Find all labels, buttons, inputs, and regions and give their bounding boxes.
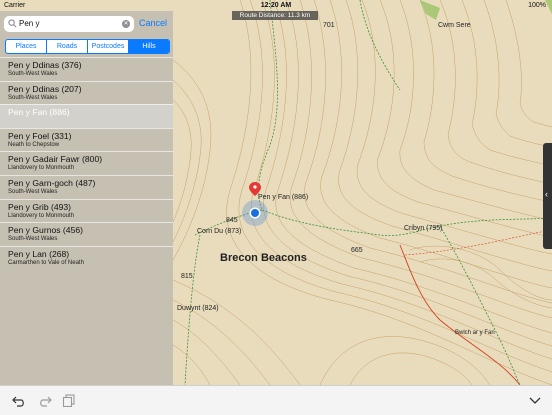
result-title: Pen y Ddinas (207) xyxy=(8,83,82,94)
map-label-cribyn: Cribyn (795) xyxy=(404,225,443,232)
result-title: Pen y Garn-goch (487) xyxy=(8,177,96,188)
clock: 12:20 AM xyxy=(260,2,292,9)
result-subtitle: South-West Wales xyxy=(8,94,58,101)
undo-icon[interactable] xyxy=(12,394,26,407)
chevron-left-icon: ‹ xyxy=(545,189,548,199)
result-subtitle: South-West Wales xyxy=(8,236,58,243)
search-panel: ✕ Cancel Places Roads Postcodes Hills Pe… xyxy=(0,11,173,385)
map-label-duwynt: Duwynt (824) xyxy=(177,305,219,312)
result-title: Pen y Gadair Fawr (800) xyxy=(8,154,103,165)
route-distance: Route Distance: 11.3 km xyxy=(232,11,318,20)
chevron-down-icon[interactable] xyxy=(528,394,542,407)
result-item[interactable]: Pen y Gurnos (456) South-West Wales xyxy=(0,222,173,246)
result-title: Pen y Lan (268) xyxy=(8,248,70,259)
result-title: Pen y Fan (886) xyxy=(8,107,70,118)
spot-height-845: 845 xyxy=(226,217,238,224)
result-subtitle: South-West Wales xyxy=(8,71,58,77)
search-box[interactable]: ✕ xyxy=(4,16,134,32)
cancel-button[interactable]: Cancel xyxy=(139,18,167,28)
redo-icon[interactable] xyxy=(38,394,52,407)
result-item[interactable]: Pen y Grib (493) Llandovery to Monmouth xyxy=(0,198,173,223)
result-title: Pen y Gurnos (456) xyxy=(8,225,83,236)
result-item[interactable]: Pen y Garn-goch (487) South-West Wales xyxy=(0,174,173,199)
search-input[interactable] xyxy=(19,17,119,30)
copy-icon[interactable] xyxy=(62,394,76,407)
map-label-cwm-sere: Cwm Sere xyxy=(438,22,471,29)
segment-hills[interactable]: Hills xyxy=(129,40,169,53)
map-label-corn-du: Corn Du (873) xyxy=(197,228,242,235)
result-title: Pen y Grib (493) xyxy=(8,201,72,212)
bottom-toolbar xyxy=(0,385,552,415)
search-row: ✕ Cancel xyxy=(4,16,170,32)
category-segmented-control: Places Roads Postcodes Hills xyxy=(5,39,170,54)
result-subtitle: Llandovery to Monmouth xyxy=(8,212,75,219)
result-item[interactable]: Pen y Gadair Fawr (800) Llandovery to Mon… xyxy=(0,151,173,175)
spot-height-701: 701 xyxy=(323,22,335,29)
map-label-bwlch-ar-y-fan: Bwlch ar y Fan xyxy=(455,330,495,336)
clear-icon[interactable]: ✕ xyxy=(122,20,130,28)
map-label-pen-y-fan: Pen y Fan (886) xyxy=(258,194,309,201)
segment-postcodes[interactable]: Postcodes xyxy=(88,40,129,53)
results-list: Pen y Ddinas (376) South-West Wales Pen y… xyxy=(0,57,173,269)
spot-height-815: 815 xyxy=(181,273,193,280)
result-subtitle: South-West Wales xyxy=(8,188,58,195)
map-label-brecon-beacons: Brecon Beacons xyxy=(220,252,307,264)
result-subtitle: Neath to Chepstow xyxy=(8,141,60,148)
result-subtitle: Carmarthen to Vale of Neath xyxy=(8,259,84,266)
result-item[interactable]: Pen y Ddinas (207) South-West Wales xyxy=(0,80,173,105)
status-bar: Carrier 12:20 AM 100% xyxy=(0,0,552,11)
result-item[interactable]: Pen y Ddinas (376) South-West Wales xyxy=(0,57,173,81)
search-icon xyxy=(8,19,17,28)
battery-level: 100% xyxy=(528,2,546,9)
result-title: Pen y Ddinas (376) xyxy=(8,60,82,70)
result-subtitle: Llandovery to Monmouth xyxy=(8,165,75,172)
result-title: Pen y Foel (331) xyxy=(8,130,72,141)
segment-places[interactable]: Places xyxy=(6,40,47,53)
result-item[interactable]: Pen y Lan (268) Carmarthen to Vale of Nea… xyxy=(0,245,173,270)
side-panel-handle[interactable]: ‹ xyxy=(543,143,552,249)
result-item[interactable]: Pen y Foel (331) Neath to Chepstow xyxy=(0,127,173,152)
result-item-selected[interactable]: Pen y Fan (886) xyxy=(0,104,173,128)
spot-height-665: 665 xyxy=(351,247,363,254)
segment-roads[interactable]: Roads xyxy=(47,40,88,53)
